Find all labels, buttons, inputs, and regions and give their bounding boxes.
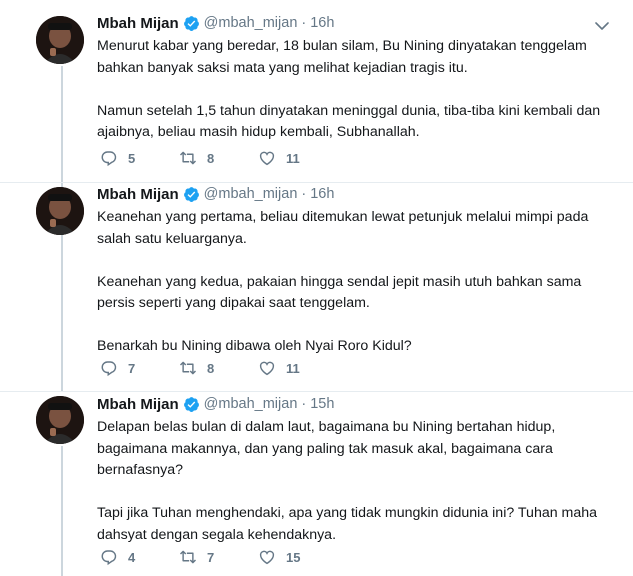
like-count: 11 <box>286 360 300 376</box>
tweet-text-line: ajaibnya, beliau masih hidup kembali, Su… <box>97 124 420 140</box>
separator-dot: · <box>301 15 307 31</box>
tweet[interactable]: Mbah Mijan @mbah_mijan · 16h Menurut kab… <box>0 0 633 183</box>
verified-badge-icon <box>183 186 199 202</box>
retweet-button[interactable]: 7 <box>179 548 258 566</box>
author-handle[interactable]: @mbah_mijan <box>204 15 298 31</box>
tweet-text-line: bagaimana makannya, dan yang paling tak … <box>97 440 553 457</box>
tweet-header: Mbah Mijan @mbah_mijan · 16h <box>97 184 334 204</box>
tweet-actions: 4 7 15 <box>100 547 337 567</box>
author-name[interactable]: Mbah Mijan <box>97 186 179 203</box>
tweet-text-line: dahsyat dengan segala kehendaknya. <box>97 526 337 543</box>
retweet-icon <box>179 361 197 375</box>
tweet-header: Mbah Mijan @mbah_mijan · 16h <box>97 13 334 33</box>
retweet-button[interactable]: 8 <box>179 149 258 167</box>
tweet-text-line: Keanehan yang kedua, pakaian hingga send… <box>97 273 582 290</box>
tweet-text-line: Benarkah bu Nining dibawa oleh Nyai Roro… <box>97 338 412 354</box>
tweet-timestamp[interactable]: 16h <box>310 15 334 31</box>
tweet-text-line: Delapan belas bulan di dalam laut, bagai… <box>97 419 556 435</box>
tweet-thread: Mbah Mijan @mbah_mijan · 16h Menurut kab… <box>0 0 633 576</box>
verified-badge-icon <box>183 15 199 31</box>
tweet-actions: 5 8 11 <box>100 148 337 168</box>
tweet-text: Delapan belas bulan di dalam laut, bagai… <box>97 417 617 546</box>
chevron-down-icon[interactable] <box>595 21 609 31</box>
heart-icon <box>259 550 275 565</box>
tweet[interactable]: Mbah Mijan @mbah_mijan · 16h Keanehan ya… <box>0 183 633 392</box>
retweet-count: 8 <box>207 360 215 376</box>
separator-dot: · <box>301 186 307 202</box>
retweet-icon <box>179 550 197 564</box>
verified-badge-icon <box>183 396 199 412</box>
retweet-button[interactable]: 8 <box>179 359 258 377</box>
reply-button[interactable]: 7 <box>100 359 179 377</box>
like-button[interactable]: 15 <box>258 548 337 566</box>
tweet-text-line: Keanehan yang pertama, beliau ditemukan … <box>97 209 589 225</box>
like-count: 11 <box>286 150 300 166</box>
retweet-count: 8 <box>207 150 215 166</box>
heart-icon <box>259 151 275 166</box>
reply-count: 5 <box>128 150 136 166</box>
like-count: 15 <box>286 549 301 565</box>
tweet-actions: 7 8 11 <box>100 358 337 378</box>
author-name[interactable]: Mbah Mijan <box>97 15 179 32</box>
retweet-icon <box>179 151 197 165</box>
tweet-text-line: salah satu keluarganya. <box>97 230 247 247</box>
separator-dot: · <box>301 396 307 412</box>
avatar[interactable] <box>36 187 84 235</box>
avatar[interactable] <box>36 396 84 444</box>
reply-count: 7 <box>128 360 136 376</box>
reply-icon <box>101 361 117 377</box>
like-button[interactable]: 11 <box>258 149 337 167</box>
tweet-text-line: Menurut kabar yang beredar, 18 bulan sil… <box>97 38 587 54</box>
reply-count: 4 <box>128 549 136 565</box>
tweet-text: Keanehan yang pertama, beliau ditemukan … <box>97 207 617 358</box>
like-button[interactable]: 11 <box>258 359 337 377</box>
tweet-text-line: bahkan banyak saksi mata yang melihat ke… <box>97 59 468 76</box>
tweet-timestamp[interactable]: 16h <box>310 186 334 202</box>
author-name[interactable]: Mbah Mijan <box>97 396 179 413</box>
tweet-header: Mbah Mijan @mbah_mijan · 15h <box>97 394 334 414</box>
heart-icon <box>259 361 275 376</box>
reply-button[interactable]: 4 <box>100 548 179 566</box>
tweet-text: Menurut kabar yang beredar, 18 bulan sil… <box>97 36 617 144</box>
retweet-count: 7 <box>207 549 215 565</box>
reply-icon <box>101 550 117 566</box>
avatar[interactable] <box>36 16 84 64</box>
tweet-text-line: Namun setelah 1,5 tahun dinyatakan menin… <box>97 102 601 119</box>
tweet[interactable]: Mbah Mijan @mbah_mijan · 15h Delapan bel… <box>0 392 633 576</box>
tweet-timestamp[interactable]: 15h <box>310 396 334 412</box>
tweet-text-line: persis seperti yang dipakai saat tenggel… <box>97 295 370 311</box>
reply-icon <box>101 151 117 167</box>
tweet-text-line: bernafasnya? <box>97 462 183 478</box>
author-handle[interactable]: @mbah_mijan <box>204 396 298 412</box>
reply-button[interactable]: 5 <box>100 149 179 167</box>
tweet-text-line: Tapi jika Tuhan menghendaki, apa yang ti… <box>97 505 598 521</box>
author-handle[interactable]: @mbah_mijan <box>204 186 298 202</box>
